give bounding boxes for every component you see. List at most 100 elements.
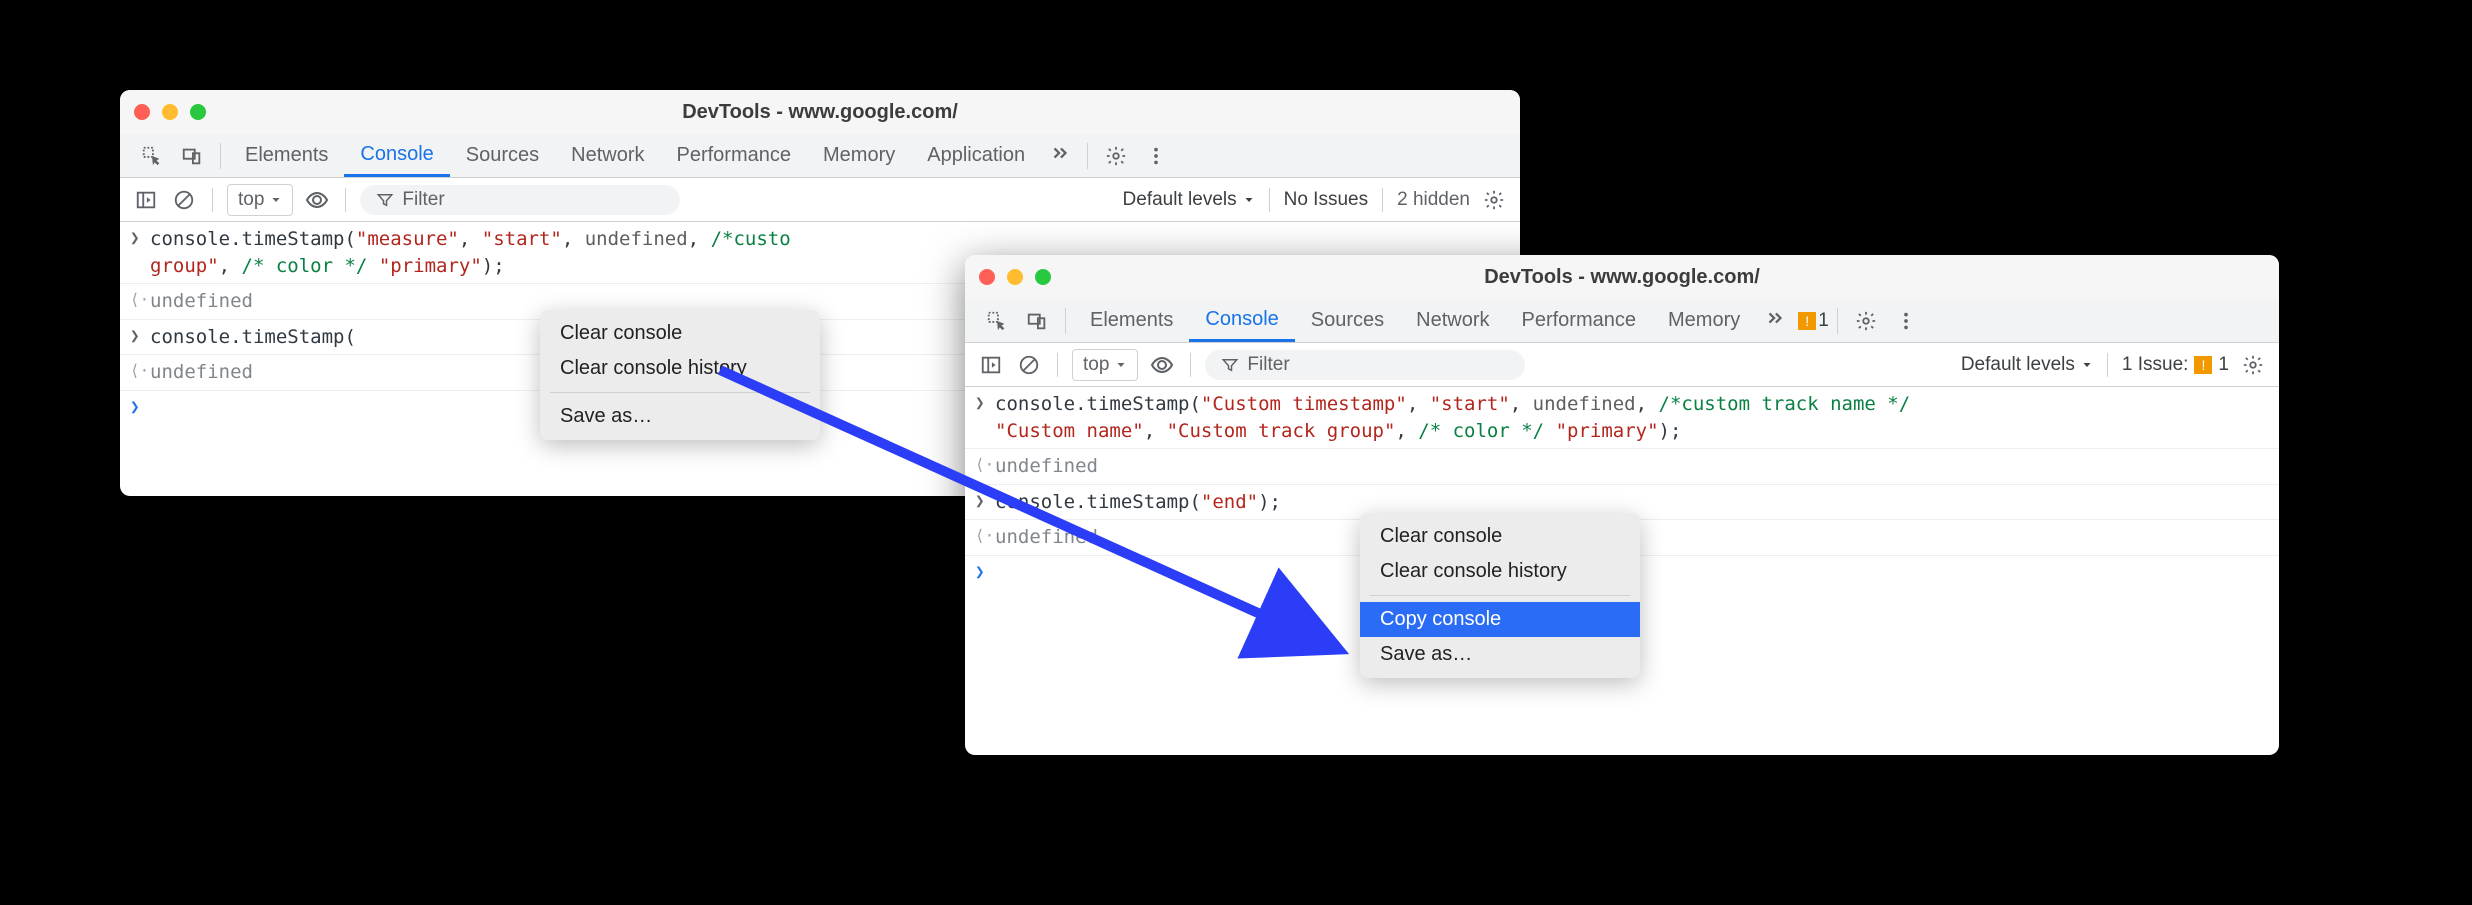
tab-performance[interactable]: Performance (661, 134, 808, 177)
titlebar: DevTools - www.google.com/ (965, 255, 2279, 299)
titlebar: DevTools - www.google.com/ (120, 90, 1520, 134)
menu-separator (550, 392, 810, 393)
clear-console-icon[interactable] (170, 186, 198, 214)
execution-context-dropdown[interactable]: top (1072, 349, 1138, 381)
execution-context-dropdown[interactable]: top (227, 184, 293, 216)
filter-icon (1221, 356, 1239, 374)
kebab-menu-icon[interactable] (1136, 145, 1176, 167)
tab-sources[interactable]: Sources (450, 134, 555, 177)
issues-count: 1 (2218, 354, 2229, 376)
issues-label: 1 Issue: (2122, 354, 2189, 376)
input-arrow-icon: ❯ (130, 228, 150, 247)
menu-clear-history[interactable]: Clear console history (1360, 554, 1640, 589)
more-tabs-icon[interactable] (1756, 307, 1794, 335)
output-arrow-icon: ⟨· (975, 455, 995, 474)
window-title: DevTools - www.google.com/ (120, 101, 1520, 124)
tab-performance[interactable]: Performance (1506, 299, 1653, 342)
input-arrow-icon: ❯ (130, 326, 150, 345)
prompt-arrow-icon: ❯ (130, 397, 150, 416)
issues-link[interactable]: 1 Issue: ! 1 (2122, 354, 2229, 376)
input-arrow-icon: ❯ (975, 393, 995, 412)
levels-label: Default levels (1961, 354, 2075, 376)
menu-clear-console[interactable]: Clear console (1360, 519, 1640, 554)
context-label: top (1083, 354, 1109, 376)
chevron-down-icon (270, 194, 282, 206)
menu-clear-console[interactable]: Clear console (540, 316, 820, 351)
issue-count: 1 (1818, 310, 1829, 332)
device-toolbar-icon[interactable] (172, 145, 212, 167)
device-toolbar-icon[interactable] (1017, 310, 1057, 332)
output-arrow-icon: ⟨· (130, 290, 150, 309)
more-tabs-icon[interactable] (1041, 142, 1079, 170)
inspect-icon[interactable] (977, 310, 1017, 332)
tab-sources[interactable]: Sources (1295, 299, 1400, 342)
settings-icon[interactable] (1846, 310, 1886, 332)
console-toolbar: top Filter Default levels No Issues 2 hi… (120, 178, 1520, 222)
filter-input[interactable]: Filter (1205, 350, 1525, 380)
tab-network[interactable]: Network (1400, 299, 1505, 342)
console-undefined: undefined (995, 453, 2269, 480)
log-levels-dropdown[interactable]: Default levels (1961, 354, 2093, 376)
separator (1837, 308, 1838, 334)
console-input-row[interactable]: ❯ console.timeStamp("Custom timestamp", … (965, 387, 2279, 449)
console-code: console.timeStamp("end"); (995, 489, 2269, 516)
warning-icon: ! (1798, 312, 1816, 330)
separator (1057, 353, 1058, 377)
tab-elements[interactable]: Elements (1074, 299, 1189, 342)
clear-console-icon[interactable] (1015, 351, 1043, 379)
warning-icon: ! (2194, 356, 2212, 374)
chevron-down-icon (1115, 359, 1127, 371)
tab-console[interactable]: Console (344, 134, 449, 177)
separator (220, 143, 221, 169)
tab-application[interactable]: Application (911, 134, 1041, 177)
context-label: top (238, 189, 264, 211)
tabstrip: Elements Console Sources Network Perform… (120, 134, 1520, 178)
separator (1190, 353, 1191, 377)
context-menu: Clear console Clear console history Copy… (1360, 513, 1640, 678)
tab-console[interactable]: Console (1189, 299, 1294, 342)
console-code: console.timeStamp("Custom timestamp", "s… (995, 391, 2269, 444)
menu-copy-console[interactable]: Copy console (1360, 602, 1640, 637)
issues-link[interactable]: No Issues (1284, 189, 1368, 211)
kebab-menu-icon[interactable] (1886, 310, 1926, 332)
separator (1269, 188, 1270, 212)
live-expression-icon[interactable] (303, 186, 331, 214)
window-title: DevTools - www.google.com/ (965, 266, 2279, 289)
live-expression-icon[interactable] (1148, 351, 1176, 379)
separator (1382, 188, 1383, 212)
context-menu: Clear console Clear console history Save… (540, 310, 820, 440)
inspect-icon[interactable] (132, 145, 172, 167)
tab-memory[interactable]: Memory (807, 134, 911, 177)
chevron-down-icon (2081, 359, 2093, 371)
input-arrow-icon: ❯ (975, 491, 995, 510)
prompt-arrow-icon: ❯ (975, 562, 995, 581)
separator (1087, 143, 1088, 169)
tab-memory[interactable]: Memory (1652, 299, 1756, 342)
output-arrow-icon: ⟨· (975, 526, 995, 545)
toggle-sidebar-icon[interactable] (132, 186, 160, 214)
filter-icon (376, 191, 394, 209)
separator (1065, 308, 1066, 334)
log-levels-dropdown[interactable]: Default levels (1123, 189, 1255, 211)
separator (212, 188, 213, 212)
levels-label: Default levels (1123, 189, 1237, 211)
devtools-window-b: DevTools - www.google.com/ Elements Cons… (965, 255, 2279, 755)
console-settings-icon[interactable] (1480, 186, 1508, 214)
toggle-sidebar-icon[interactable] (977, 351, 1005, 379)
menu-save-as[interactable]: Save as… (540, 399, 820, 434)
filter-placeholder: Filter (1247, 354, 1289, 376)
menu-clear-history[interactable]: Clear console history (540, 351, 820, 386)
settings-icon[interactable] (1096, 145, 1136, 167)
menu-separator (1370, 595, 1630, 596)
filter-input[interactable]: Filter (360, 185, 680, 215)
menu-save-as[interactable]: Save as… (1360, 637, 1640, 672)
output-arrow-icon: ⟨· (130, 361, 150, 380)
filter-placeholder: Filter (402, 189, 444, 211)
tabstrip-issues-badge[interactable]: ! 1 (1798, 310, 1829, 332)
separator (2107, 353, 2108, 377)
tab-elements[interactable]: Elements (229, 134, 344, 177)
hidden-count[interactable]: 2 hidden (1397, 189, 1470, 211)
tab-network[interactable]: Network (555, 134, 660, 177)
tabstrip: Elements Console Sources Network Perform… (965, 299, 2279, 343)
console-settings-icon[interactable] (2239, 351, 2267, 379)
